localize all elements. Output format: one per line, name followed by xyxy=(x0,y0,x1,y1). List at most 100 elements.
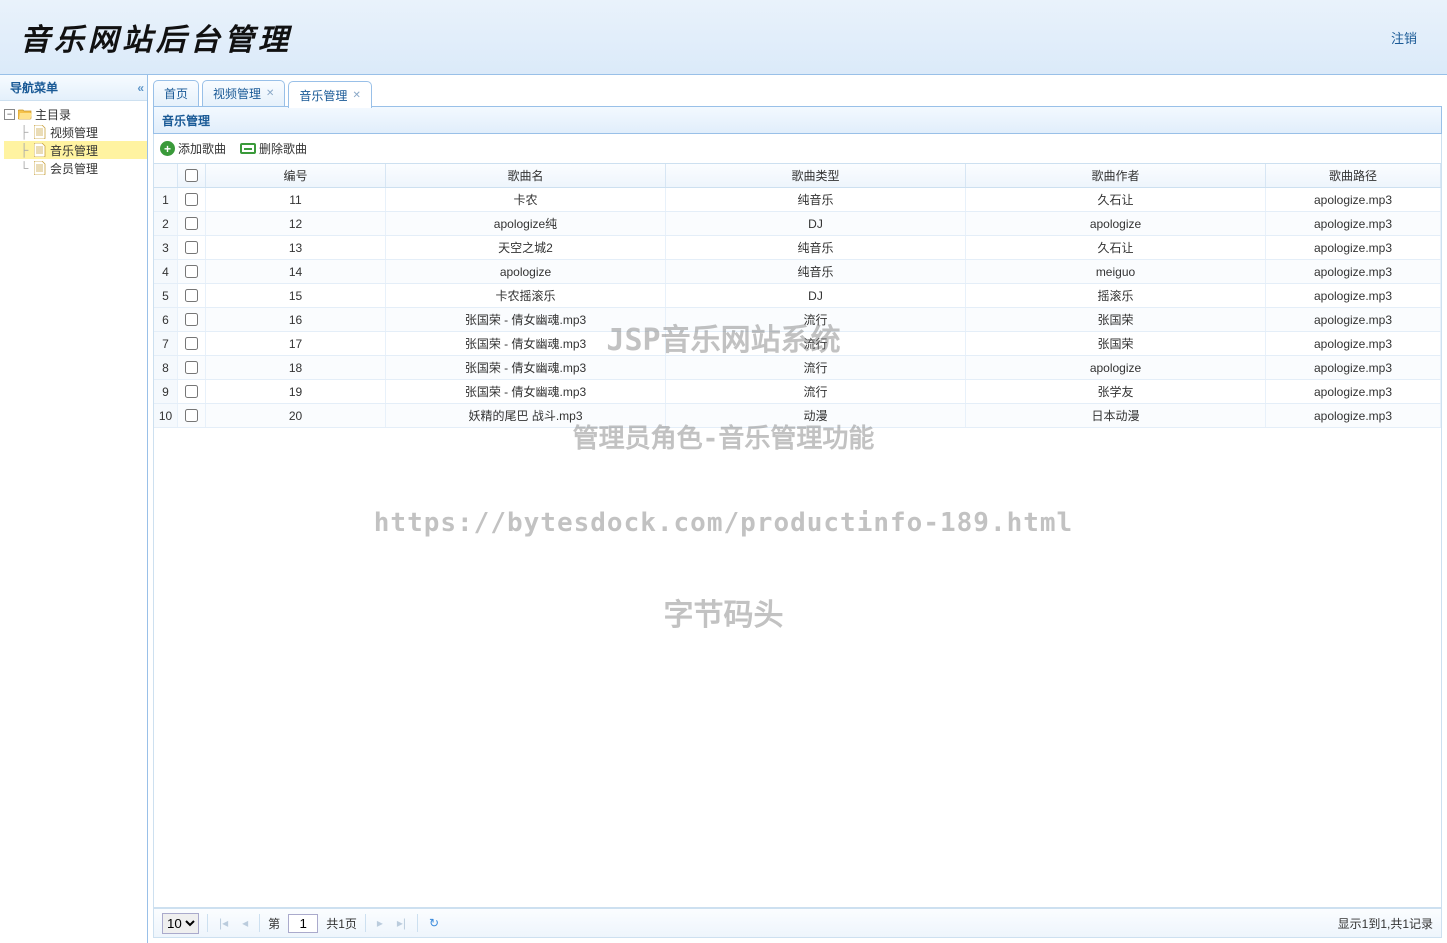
check-all[interactable] xyxy=(185,169,198,182)
type-cell: 纯音乐 xyxy=(666,188,966,211)
tree-toggle-icon[interactable]: − xyxy=(4,109,15,120)
sidebar-item[interactable]: └会员管理 xyxy=(4,159,147,177)
tree-root[interactable]: − 主目录 xyxy=(4,105,147,123)
name-cell: 天空之城2 xyxy=(386,236,666,259)
tab[interactable]: 首页 xyxy=(153,80,199,106)
sidebar-title: 导航菜单 xyxy=(10,79,58,96)
rownum-cell: 6 xyxy=(154,308,178,331)
id-cell: 12 xyxy=(206,212,386,235)
last-page-button[interactable]: ▸| xyxy=(394,916,409,930)
first-page-button[interactable]: |◂ xyxy=(216,916,231,930)
table-row[interactable]: 414apologize纯音乐meiguoapologize.mp3 xyxy=(154,260,1441,284)
col-path[interactable]: 歌曲路径 xyxy=(1266,164,1441,187)
prev-page-button[interactable]: ◂ xyxy=(239,916,251,930)
table-row[interactable]: 313天空之城2纯音乐久石让apologize.mp3 xyxy=(154,236,1441,260)
row-checkbox-cell xyxy=(178,212,206,235)
add-song-button[interactable]: + 添加歌曲 xyxy=(160,140,226,157)
next-page-button[interactable]: ▸ xyxy=(374,916,386,930)
sidebar-item[interactable]: ├ 音乐管理 xyxy=(4,141,147,159)
name-cell: 张国荣 - 倩女幽魂.mp3 xyxy=(386,332,666,355)
name-cell: 张国荣 - 倩女幽魂.mp3 xyxy=(386,356,666,379)
table-row[interactable]: 515卡农摇滚乐DJ摇滚乐apologize.mp3 xyxy=(154,284,1441,308)
row-checkbox[interactable] xyxy=(185,361,198,374)
rownum-cell: 1 xyxy=(154,188,178,211)
row-checkbox[interactable] xyxy=(185,313,198,326)
rownum-cell: 4 xyxy=(154,260,178,283)
tab-close-icon[interactable]: ✕ xyxy=(352,90,360,101)
path-cell: apologize.mp3 xyxy=(1266,236,1441,259)
sidebar-item-label: 视频管理 xyxy=(50,124,98,141)
tab-label: 音乐管理 xyxy=(299,87,347,104)
col-id[interactable]: 编号 xyxy=(206,164,386,187)
sidebar-header: 导航菜单 « xyxy=(0,75,147,101)
path-cell: apologize.mp3 xyxy=(1266,404,1441,427)
data-grid: 编号 歌曲名 歌曲类型 歌曲作者 歌曲路径 111卡农纯音乐久石让apologi… xyxy=(153,164,1442,908)
row-checkbox[interactable] xyxy=(185,409,198,422)
row-checkbox-cell xyxy=(178,332,206,355)
tree-branch-icon: ├ xyxy=(16,143,32,157)
collapse-sidebar-icon[interactable]: « xyxy=(137,81,141,95)
row-checkbox[interactable] xyxy=(185,337,198,350)
table-row[interactable]: 111卡农纯音乐久石让apologize.mp3 xyxy=(154,188,1441,212)
total-pages: 共1页 xyxy=(326,915,357,932)
path-cell: apologize.mp3 xyxy=(1266,284,1441,307)
pager-info: 显示1到1,共1记录 xyxy=(1338,915,1433,932)
plus-circle-icon: + xyxy=(160,141,175,156)
app-title: 音乐网站后台管理 xyxy=(20,15,292,59)
author-cell: 张国荣 xyxy=(966,332,1266,355)
delete-song-button[interactable]: 删除歌曲 xyxy=(240,140,307,157)
table-row[interactable]: 717张国荣 - 倩女幽魂.mp3流行张国荣apologize.mp3 xyxy=(154,332,1441,356)
row-checkbox[interactable] xyxy=(185,241,198,254)
id-cell: 17 xyxy=(206,332,386,355)
table-row[interactable]: 212apologize纯DJapologizeapologize.mp3 xyxy=(154,212,1441,236)
path-cell: apologize.mp3 xyxy=(1266,308,1441,331)
col-author[interactable]: 歌曲作者 xyxy=(966,164,1266,187)
table-row[interactable]: 1020妖精的尾巴 战斗.mp3动漫日本动漫apologize.mp3 xyxy=(154,404,1441,428)
id-cell: 16 xyxy=(206,308,386,331)
sidebar-item[interactable]: ├ 视频管理 xyxy=(4,123,147,141)
table-row[interactable]: 919张国荣 - 倩女幽魂.mp3流行张学友apologize.mp3 xyxy=(154,380,1441,404)
pagesize-select[interactable]: 10 xyxy=(162,913,199,934)
table-row[interactable]: 616张国荣 - 倩女幽魂.mp3流行张国荣apologize.mp3 xyxy=(154,308,1441,332)
name-cell: 张国荣 - 倩女幽魂.mp3 xyxy=(386,308,666,331)
row-checkbox[interactable] xyxy=(185,265,198,278)
col-name[interactable]: 歌曲名 xyxy=(386,164,666,187)
author-cell: 久石让 xyxy=(966,236,1266,259)
tab[interactable]: 视频管理✕ xyxy=(202,80,285,106)
logout-link[interactable]: 注销 xyxy=(1391,28,1417,47)
tree-branch-icon: └ xyxy=(16,161,32,175)
tree-root-label: 主目录 xyxy=(35,106,71,123)
rownum-cell: 8 xyxy=(154,356,178,379)
type-cell: 流行 xyxy=(666,356,966,379)
path-cell: apologize.mp3 xyxy=(1266,212,1441,235)
row-checkbox-cell xyxy=(178,188,206,211)
folder-open-icon xyxy=(17,107,33,121)
id-cell: 20 xyxy=(206,404,386,427)
document-icon xyxy=(32,143,48,157)
path-cell: apologize.mp3 xyxy=(1266,356,1441,379)
row-checkbox[interactable] xyxy=(185,193,198,206)
author-cell: 摇滚乐 xyxy=(966,284,1266,307)
row-checkbox[interactable] xyxy=(185,217,198,230)
row-checkbox[interactable] xyxy=(185,385,198,398)
type-cell: 动漫 xyxy=(666,404,966,427)
tab[interactable]: 音乐管理 ✕ xyxy=(288,81,371,108)
row-checkbox[interactable] xyxy=(185,289,198,302)
page-input[interactable] xyxy=(288,914,318,933)
type-cell: 纯音乐 xyxy=(666,260,966,283)
author-cell: meiguo xyxy=(966,260,1266,283)
page-prefix: 第 xyxy=(268,915,280,932)
col-type[interactable]: 歌曲类型 xyxy=(666,164,966,187)
path-cell: apologize.mp3 xyxy=(1266,380,1441,403)
type-cell: 纯音乐 xyxy=(666,236,966,259)
author-cell: 久石让 xyxy=(966,188,1266,211)
toolbar: + 添加歌曲 删除歌曲 xyxy=(153,134,1442,164)
row-checkbox-cell xyxy=(178,404,206,427)
row-checkbox-cell xyxy=(178,308,206,331)
refresh-button[interactable]: ↻ xyxy=(426,916,442,930)
sidebar-item-label: 音乐管理 xyxy=(50,142,98,159)
tab-close-icon[interactable]: ✕ xyxy=(266,88,274,99)
tree-branch-icon: ├ xyxy=(16,125,32,139)
delete-song-label: 删除歌曲 xyxy=(259,140,307,157)
table-row[interactable]: 818张国荣 - 倩女幽魂.mp3流行apologizeapologize.mp… xyxy=(154,356,1441,380)
